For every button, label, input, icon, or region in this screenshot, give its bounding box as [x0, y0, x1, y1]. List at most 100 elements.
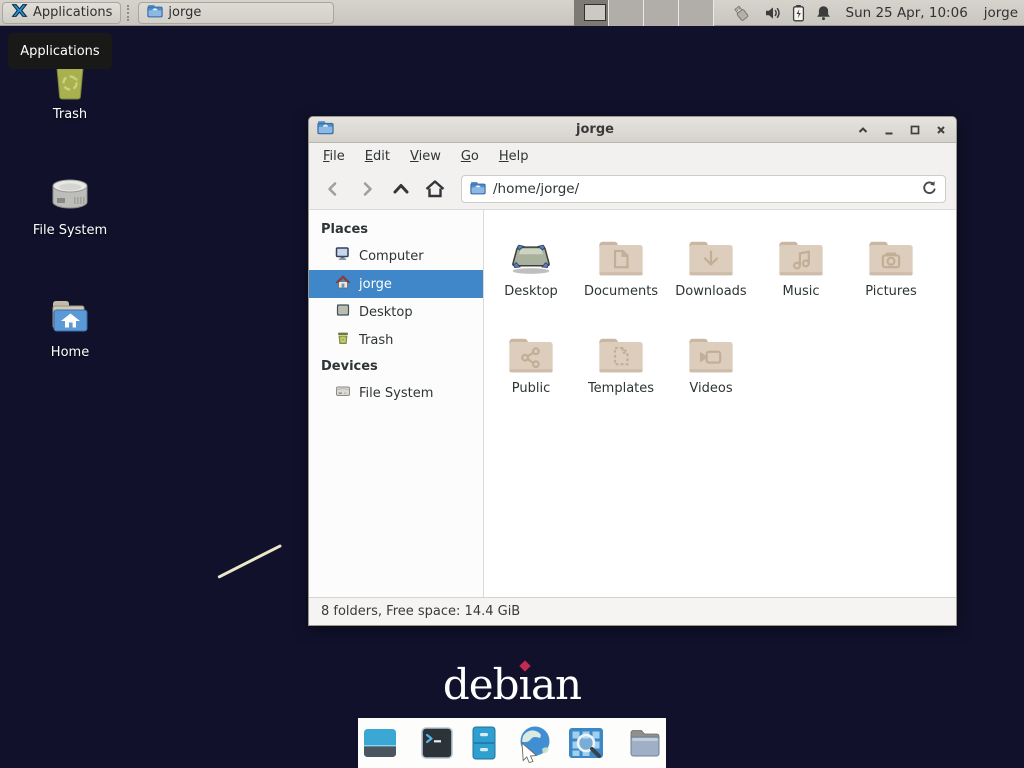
volume-icon[interactable] [763, 4, 782, 22]
desktop-icon-home[interactable]: Home [10, 294, 130, 360]
tooltip-text: Applications [20, 44, 99, 59]
workspace-2[interactable] [609, 0, 644, 26]
templates-folder-icon [595, 321, 647, 377]
file-manager-window: jorge File Edit View Go Help [308, 116, 957, 626]
logo-text-post: an [531, 660, 581, 709]
folder-item-desktop[interactable]: Desktop [486, 224, 576, 321]
applications-menu-label: Applications [33, 5, 112, 20]
sidebar-item-label: File System [359, 386, 433, 401]
desktop-icon-label: File System [10, 223, 130, 238]
maximize-button[interactable] [908, 123, 922, 137]
folder-item-label: Templates [588, 381, 654, 396]
taskbar-window-button[interactable]: jorge [138, 2, 334, 24]
workspace-switcher[interactable] [574, 0, 714, 26]
menu-bar: File Edit View Go Help [309, 143, 956, 169]
system-tray [728, 3, 832, 23]
stray-line-artifact [217, 544, 282, 579]
sidebar-item-label: Computer [359, 249, 424, 264]
back-button[interactable] [319, 175, 347, 203]
file-manager-icon[interactable] [465, 724, 503, 762]
folder-item-label: Documents [584, 284, 658, 299]
applications-menu-button[interactable]: Applications [2, 2, 121, 24]
toolbar: /home/jorge/ [309, 169, 956, 210]
folder-item-music[interactable]: Music [756, 224, 846, 321]
panel-grip[interactable] [127, 5, 132, 21]
desktop-icon [335, 302, 351, 322]
logo-text-pre: deb [443, 660, 519, 709]
folder-item-label: Videos [689, 381, 732, 396]
close-button[interactable] [934, 123, 948, 137]
sidebar-item-desktop[interactable]: Desktop [309, 298, 483, 326]
sidebar-item-label: Trash [359, 333, 393, 348]
reload-icon[interactable] [920, 179, 937, 200]
desktop-icon-file-system[interactable]: File System [10, 172, 130, 238]
menu-view[interactable]: View [400, 145, 451, 168]
trash-icon [335, 330, 351, 350]
home-folder-icon [10, 294, 130, 340]
workspace-4[interactable] [679, 0, 714, 26]
taskbar-window-label: jorge [168, 5, 201, 20]
panel-clock[interactable]: Sun 25 Apr, 10:06 [846, 5, 968, 21]
sidebar-places-header: Places [309, 217, 483, 242]
path-folder-icon [470, 180, 486, 199]
folder-item-label: Public [512, 381, 550, 396]
web-browser-icon[interactable] [512, 723, 556, 763]
up-button[interactable] [387, 175, 415, 203]
shade-button[interactable] [856, 123, 870, 137]
folder-item-label: Music [783, 284, 820, 299]
home-icon [335, 274, 351, 294]
applications-tooltip: Applications [8, 33, 112, 69]
folder-icon-view: Desktop Documents Downloads Music [484, 210, 956, 597]
sidebar-item-jorge[interactable]: jorge [309, 270, 483, 298]
sidebar-item-label: Desktop [359, 305, 413, 320]
window-folder-icon [317, 120, 334, 139]
forward-button[interactable] [353, 175, 381, 203]
path-input[interactable]: /home/jorge/ [493, 181, 913, 197]
removable-media-icon[interactable] [728, 3, 754, 23]
top-panel: Applications jorge Sun 25 Apr, 10:06 jor… [0, 0, 1024, 26]
menu-help[interactable]: Help [489, 145, 539, 168]
folder-item-label: Downloads [675, 284, 746, 299]
documents-folder-icon [595, 224, 647, 280]
show-desktop-icon[interactable] [360, 724, 400, 762]
dock [358, 718, 666, 768]
sidebar-item-computer[interactable]: Computer [309, 242, 483, 270]
minimize-button[interactable] [882, 123, 896, 137]
menu-edit[interactable]: Edit [355, 145, 400, 168]
computer-icon [335, 246, 351, 266]
window-titlebar[interactable]: jorge [309, 117, 956, 143]
folder-item-templates[interactable]: Templates [576, 321, 666, 418]
sidebar-item-file-system[interactable]: File System [309, 379, 483, 407]
folder-item-label: Pictures [865, 284, 916, 299]
workspace-3[interactable] [644, 0, 679, 26]
videos-folder-icon [685, 321, 737, 377]
notifications-bell-icon[interactable] [815, 4, 832, 22]
folder-item-documents[interactable]: Documents [576, 224, 666, 321]
menu-go[interactable]: Go [451, 145, 489, 168]
desktop-icon-label: Home [10, 345, 130, 360]
battery-charging-icon[interactable] [791, 4, 806, 22]
terminal-icon[interactable] [418, 724, 456, 762]
drive-icon [335, 383, 351, 403]
menu-file[interactable]: File [313, 145, 355, 168]
application-finder-icon[interactable] [565, 724, 607, 762]
status-text: 8 folders, Free space: 14.4 GiB [321, 604, 520, 619]
location-bar[interactable]: /home/jorge/ [461, 175, 946, 203]
home-button[interactable] [421, 175, 449, 203]
logo-text-i: ı [519, 660, 531, 709]
panel-username[interactable]: jorge [984, 5, 1018, 21]
sidebar-item-trash[interactable]: Trash [309, 326, 483, 354]
folder-item-videos[interactable]: Videos [666, 321, 756, 418]
folder-icon[interactable] [625, 724, 665, 762]
xfce-logo-icon [11, 2, 28, 23]
public-folder-icon [505, 321, 557, 377]
desktop-icon-label: Trash [10, 107, 130, 122]
status-bar: 8 folders, Free space: 14.4 GiB [309, 597, 956, 625]
workspace-1[interactable] [574, 0, 609, 26]
folder-item-downloads[interactable]: Downloads [666, 224, 756, 321]
pictures-folder-icon [865, 224, 917, 280]
folder-item-public[interactable]: Public [486, 321, 576, 418]
folder-item-label: Desktop [504, 284, 558, 299]
folder-item-pictures[interactable]: Pictures [846, 224, 936, 321]
sidebar-devices-header: Devices [309, 354, 483, 379]
